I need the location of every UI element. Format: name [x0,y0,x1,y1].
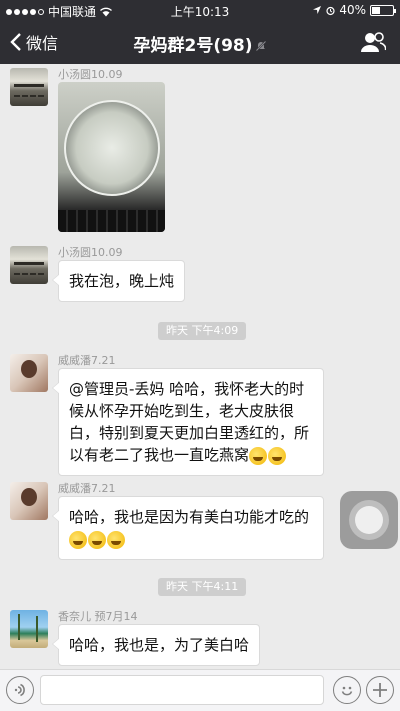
emoji-icon [268,446,287,465]
message-bubble[interactable]: @管理员-丢妈 哈哈，我怀老大的时候从怀孕开始吃到生，老大皮肤很白，特别到夏天更… [52,368,324,476]
bowl-photo [64,100,160,196]
avatar[interactable] [10,68,48,106]
chat-area: 小汤圆10.09 小汤圆10.09 我在泡，晚上炖 昨天 下午4:09 威威潘7… [0,64,400,669]
sender-name: 威威潘7.21 [58,482,116,495]
emoji-icon [107,530,125,549]
plus-icon [373,683,387,697]
message-bubble[interactable]: 我在泡，晚上炖 [51,260,186,302]
emoji-icon [88,530,106,549]
message-text: 我在泡，晚上炖 [69,272,175,290]
chat-title: 孕妈群2号(98) [0,31,400,56]
message-bubble[interactable]: 哈哈，我也是，为了美白哈 [51,624,261,666]
chat-title-text: 孕妈群2号(98) [133,36,253,56]
battery-icon [370,4,396,16]
timestamp: 昨天 下午4:11 [158,578,247,596]
message-text: 哈哈，我也是，为了美白哈 [69,636,250,654]
message-bubble[interactable]: 哈哈，我也是因为有美白功能才吃的 [52,496,324,560]
nav-bar: 微信 孕妈群2号(98) [0,20,400,64]
avatar[interactable] [10,246,48,284]
status-bar: 中国联通 上午10:13 40% [0,0,400,20]
message-text: 哈哈，我也是因为有美白功能才吃的 [69,508,310,526]
people-icon[interactable] [360,31,386,53]
plus-button[interactable] [366,676,394,704]
avatar[interactable] [10,354,48,392]
avatar[interactable] [10,482,48,520]
voice-button[interactable] [6,676,34,704]
assistive-touch-button[interactable] [340,491,398,549]
status-right: 40% [312,3,396,17]
message-image[interactable] [58,82,165,232]
message-input[interactable] [40,675,324,705]
keyboard-photo [58,210,165,232]
sender-name: 小汤圆10.09 [58,246,123,259]
sender-name: 小汤圆10.09 [58,68,123,81]
battery-percent: 40% [339,3,366,17]
emoji-icon [69,530,87,549]
location-icon [313,6,322,14]
bell-off-icon [254,40,267,52]
avatar[interactable] [10,610,48,648]
input-bar [0,669,400,711]
voice-icon [14,683,25,697]
sender-name: 威威潘7.21 [58,354,116,367]
emoji-icon [249,446,268,465]
emoji-face-icon [341,686,353,696]
timestamp: 昨天 下午4:09 [158,322,247,340]
alarm-icon [326,6,335,15]
sender-name: 香奈儿 预7月14 [58,610,138,623]
emoji-button[interactable] [333,676,361,704]
